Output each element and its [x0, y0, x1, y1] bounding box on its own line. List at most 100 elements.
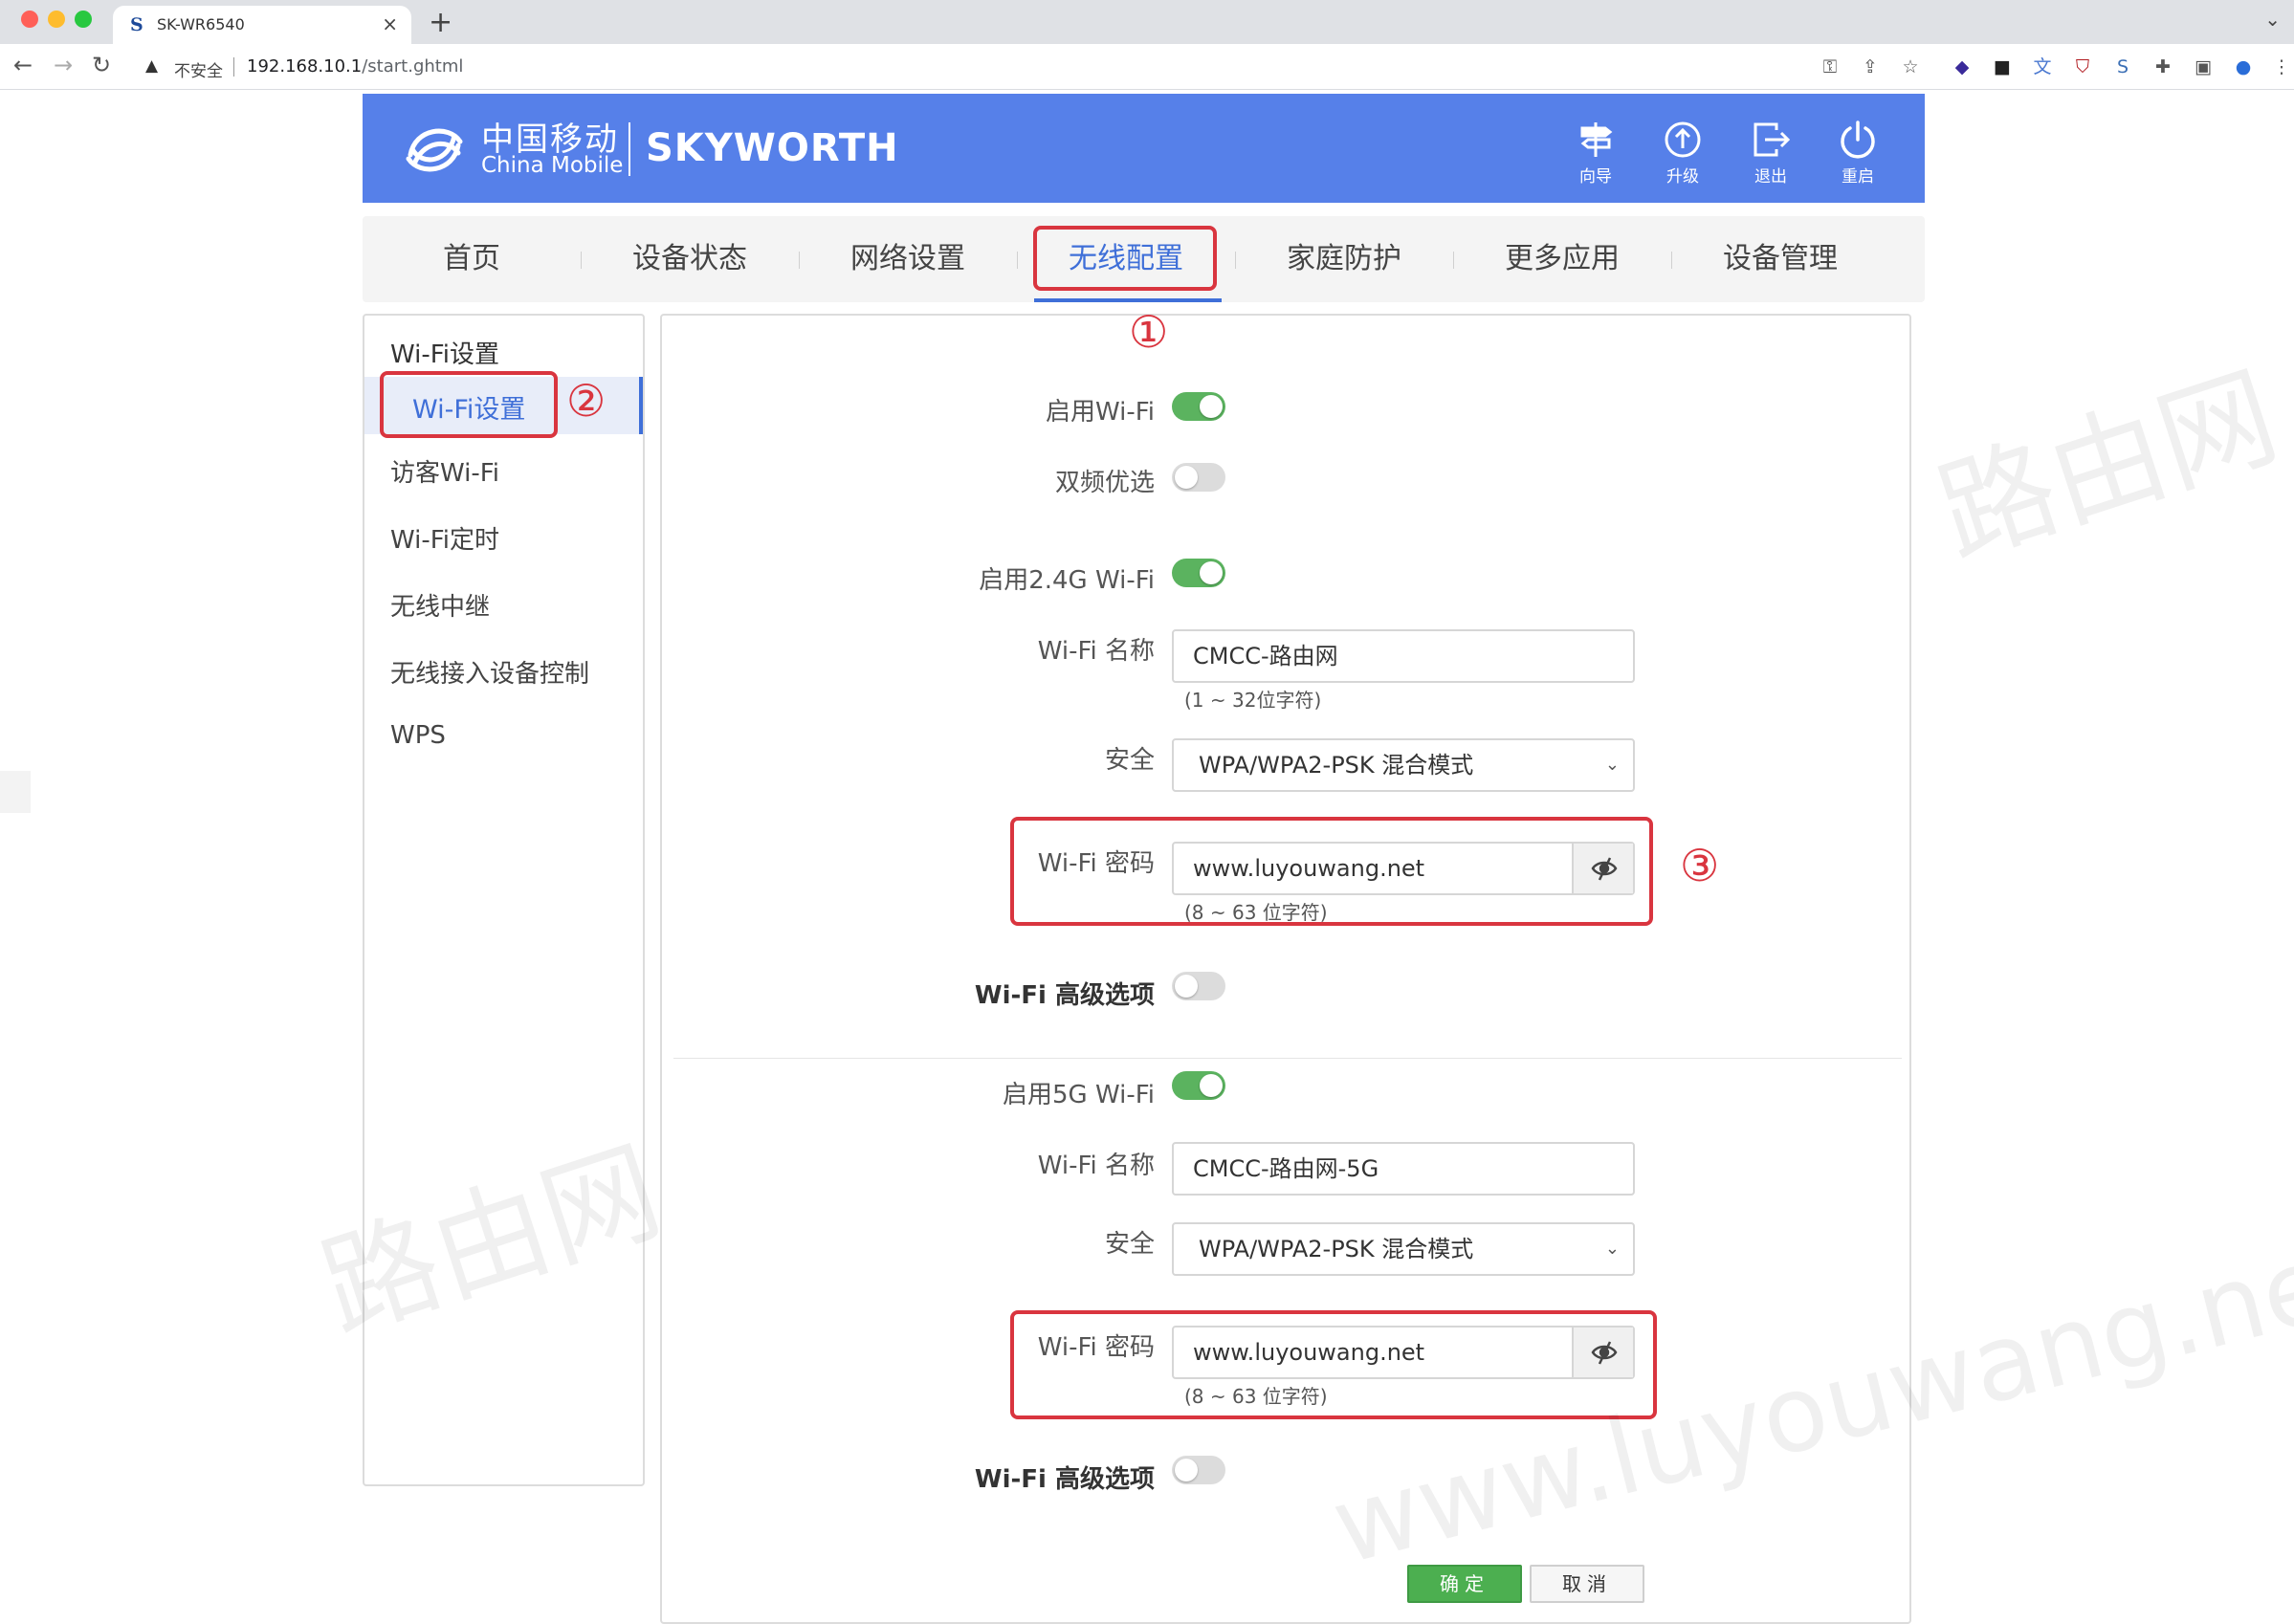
- bookmark-star-icon[interactable]: ☆: [1900, 56, 1921, 77]
- insecure-label: 不安全: [174, 62, 223, 81]
- profile-avatar-icon[interactable]: ●: [2233, 56, 2254, 77]
- url-text: 192.168.10.1/start.ghtml: [247, 56, 463, 77]
- close-window-button[interactable]: [21, 11, 38, 28]
- menu-more-apps[interactable]: 更多应用: [1453, 216, 1671, 302]
- menu-home-protection[interactable]: 家庭防护: [1235, 216, 1453, 302]
- minimize-window-button[interactable]: [48, 11, 65, 28]
- warning-triangle-icon: ▲: [145, 56, 159, 76]
- share-icon[interactable]: ⇪: [1860, 56, 1881, 77]
- ssid-24g-value: CMCC-路由网: [1193, 643, 1338, 669]
- dual-band-toggle[interactable]: [1172, 463, 1225, 492]
- ssid-5g-label: Wi-Fi 名称: [1037, 1152, 1155, 1180]
- reboot-button[interactable]: 重启: [1829, 119, 1886, 187]
- browser-menu-icon[interactable]: ⋮: [2271, 56, 2292, 77]
- tab-close-icon[interactable]: ×: [382, 12, 398, 35]
- ssid-5g-input[interactable]: CMCC-路由网-5G: [1172, 1142, 1635, 1196]
- upgrade-button[interactable]: 升级: [1654, 119, 1711, 187]
- sidepanel-icon[interactable]: ▣: [2193, 56, 2214, 77]
- address-bar[interactable]: ▲ 不安全 192.168.10.1/start.ghtml: [132, 50, 1950, 84]
- wizard-label: 向导: [1579, 167, 1612, 187]
- security-5g-value: WPA/WPA2-PSK 混合模式: [1199, 1236, 1474, 1262]
- menu-device-status[interactable]: 设备状态: [581, 216, 799, 302]
- annotation-number-3: ③: [1680, 840, 1720, 891]
- enable-5g-toggle[interactable]: [1172, 1071, 1225, 1100]
- china-mobile-logo-icon: [406, 128, 463, 172]
- enable-5g-label: 启用5G Wi-Fi: [1003, 1081, 1155, 1109]
- security-24g-select[interactable]: WPA/WPA2-PSK 混合模式 ⌄: [1172, 738, 1635, 792]
- cancel-button[interactable]: 取消: [1530, 1565, 1644, 1603]
- security-5g-select[interactable]: WPA/WPA2-PSK 混合模式 ⌄: [1172, 1222, 1635, 1276]
- tab-search-chevron-icon[interactable]: ⌄: [2264, 8, 2281, 31]
- enable-wifi-toggle[interactable]: [1172, 392, 1225, 421]
- toggle-knob: [1200, 395, 1223, 418]
- page-edge-tab: [0, 771, 31, 813]
- wizard-button[interactable]: 向导: [1567, 119, 1624, 187]
- toggle-knob: [1200, 1074, 1223, 1097]
- menu-home[interactable]: 首页: [363, 216, 581, 302]
- extension-diamond-icon[interactable]: ◆: [1952, 56, 1973, 77]
- url-host: 192.168.10.1: [247, 56, 363, 77]
- annotation-box-password-5g: [1010, 1310, 1657, 1419]
- menu-network-settings[interactable]: 网络设置: [799, 216, 1017, 302]
- extension-badge-icon[interactable]: ■: [1992, 56, 2013, 77]
- key-icon[interactable]: ⚿: [1820, 56, 1841, 77]
- active-menu-underline: [1034, 298, 1222, 302]
- ok-button[interactable]: 确定: [1407, 1565, 1522, 1603]
- browser-tab-bar: S SK-WR6540 × + ⌄: [0, 0, 2294, 44]
- address-separator: [233, 57, 234, 77]
- url-path: /start.ghtml: [362, 56, 464, 77]
- sidebar-item-access-control[interactable]: 无线接入设备控制: [390, 654, 589, 690]
- band-divider: [673, 1058, 1902, 1059]
- ublock-shield-icon[interactable]: ⛉: [2072, 56, 2093, 77]
- power-icon: [1841, 121, 1875, 159]
- upgrade-label: 升级: [1666, 167, 1699, 187]
- menu-device-management[interactable]: 设备管理: [1671, 216, 1889, 302]
- sidebar-item-wireless-repeater[interactable]: 无线中继: [390, 587, 490, 623]
- security-24g-value: WPA/WPA2-PSK 混合模式: [1199, 752, 1474, 779]
- new-tab-button[interactable]: +: [429, 6, 452, 39]
- chevron-down-icon: ⌄: [1604, 755, 1620, 775]
- maximize-window-button[interactable]: [75, 11, 92, 28]
- logout-label: 退出: [1754, 167, 1787, 187]
- sidebar-active-indicator: [639, 377, 643, 434]
- extension-s-icon[interactable]: S: [2112, 56, 2133, 77]
- logout-button[interactable]: 退出: [1742, 119, 1799, 187]
- enable-24g-label: 启用2.4G Wi-Fi: [979, 566, 1155, 595]
- toggle-knob: [1175, 975, 1198, 998]
- annotation-number-2: ②: [566, 375, 607, 427]
- dual-band-label: 双频优选: [1054, 469, 1155, 497]
- skyworth-favicon-icon: S: [130, 14, 143, 35]
- logout-icon: [1754, 122, 1791, 157]
- signpost-icon: [1580, 122, 1613, 157]
- enable-24g-toggle[interactable]: [1172, 559, 1225, 587]
- annotation-number-1: ①: [1129, 306, 1169, 358]
- toggle-knob: [1175, 466, 1198, 489]
- advanced-5g-label: Wi-Fi 高级选项: [974, 1465, 1155, 1494]
- browser-tab[interactable]: S SK-WR6540 ×: [113, 6, 411, 44]
- sidebar-item-guest-wifi[interactable]: 访客Wi-Fi: [390, 453, 499, 489]
- enable-wifi-label: 启用Wi-Fi: [1045, 398, 1155, 427]
- watermark-cn-right: 路由网: [1923, 350, 2293, 583]
- sidebar-group-title[interactable]: Wi-Fi设置: [390, 335, 499, 370]
- logo-divider: [629, 122, 630, 176]
- sidebar-item-wps[interactable]: WPS: [390, 721, 446, 750]
- advanced-24g-toggle[interactable]: [1172, 972, 1225, 1000]
- ssid-24g-label: Wi-Fi 名称: [1037, 637, 1155, 666]
- reboot-label: 重启: [1842, 167, 1874, 187]
- forward-arrow-icon[interactable]: →: [54, 52, 73, 78]
- advanced-5g-toggle[interactable]: [1172, 1456, 1225, 1484]
- back-arrow-icon[interactable]: ←: [13, 52, 33, 78]
- ssid-5g-value: CMCC-路由网-5G: [1193, 1155, 1379, 1182]
- security-5g-label: 安全: [1104, 1230, 1155, 1259]
- extensions-puzzle-icon[interactable]: ✚: [2152, 56, 2173, 77]
- advanced-24g-label: Wi-Fi 高级选项: [974, 981, 1155, 1010]
- sidebar: Wi-Fi设置 Wi-Fi设置 访客Wi-Fi Wi-Fi定时 无线中继 无线接…: [363, 314, 645, 1486]
- translate-extension-icon[interactable]: 文: [2032, 56, 2053, 77]
- reload-icon[interactable]: ↻: [92, 52, 111, 78]
- ssid-24g-hint: (1 ~ 32位字符): [1184, 689, 1322, 712]
- ssid-24g-input[interactable]: CMCC-路由网: [1172, 629, 1635, 683]
- toggle-knob: [1175, 1459, 1198, 1481]
- tab-title: SK-WR6540: [157, 15, 245, 33]
- sidebar-item-wifi-schedule[interactable]: Wi-Fi定时: [390, 520, 499, 556]
- skyworth-brand: SKYWORTH: [646, 126, 899, 170]
